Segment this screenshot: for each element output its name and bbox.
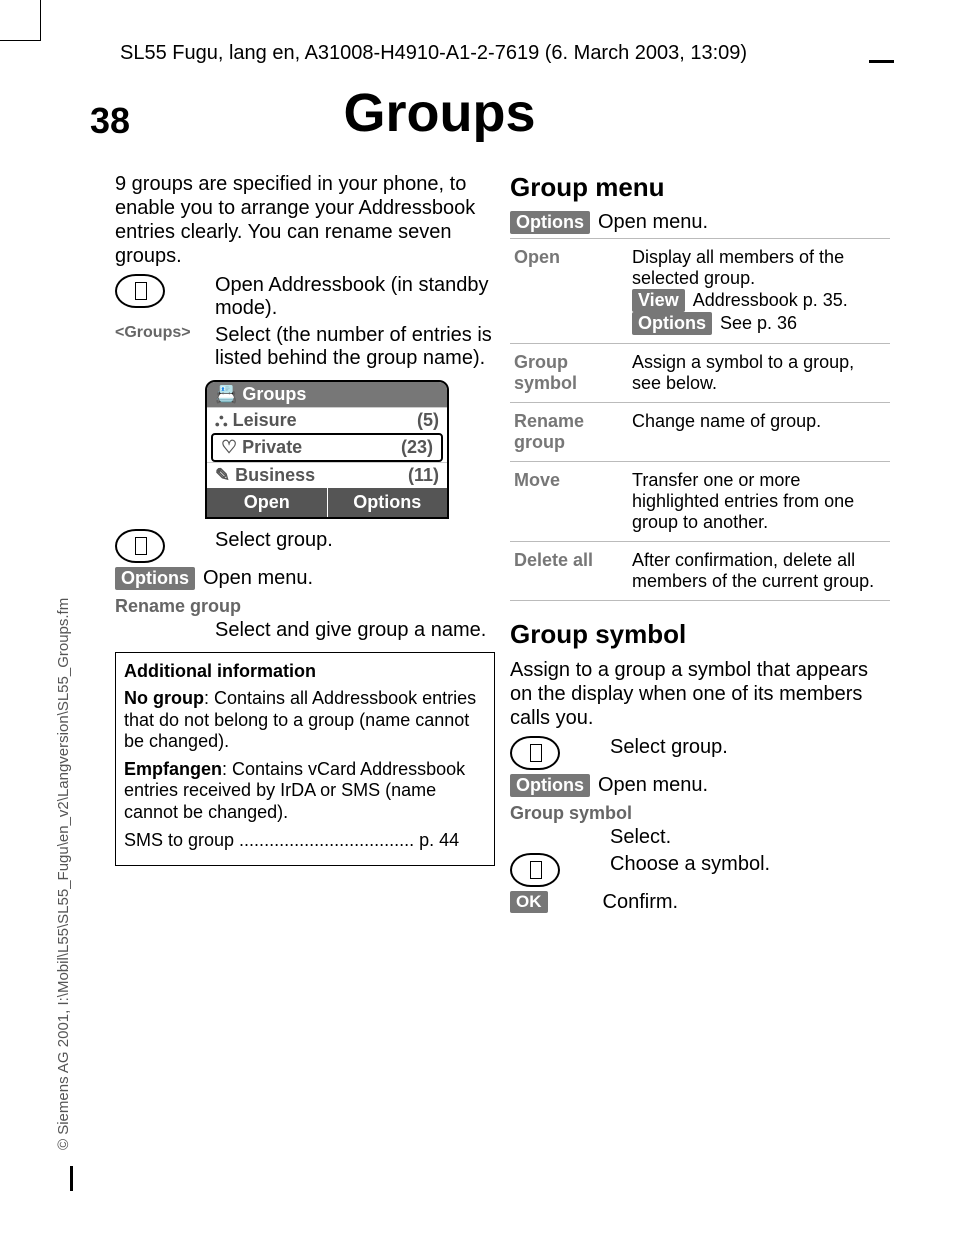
step-open-addressbook: Open Addressbook (in standby mode).: [215, 274, 495, 320]
sym-select: Select.: [610, 826, 890, 849]
rename-group-label: Rename group: [115, 596, 495, 617]
crop-mark-tr: [869, 60, 894, 63]
row-count: (11): [408, 465, 439, 486]
nav-icon: [115, 529, 165, 563]
menu-row-move: MoveTransfer one or more highlighted ent…: [510, 462, 890, 542]
right-column: Group menu Options Open menu. Open Displ…: [510, 172, 890, 918]
softkey-bar: Open Options: [207, 488, 447, 517]
softkey-options: Options: [328, 488, 448, 517]
info-p1-b: No group: [124, 688, 204, 708]
view-txt: Addressbook p. 35.: [693, 290, 848, 310]
menu-row-open: Open Display all members of the selected…: [510, 239, 890, 344]
screen-title-text: Groups: [242, 384, 306, 404]
screen-title: 📇 Groups: [207, 382, 447, 407]
nav-icon: [510, 736, 560, 770]
nav-icon: [510, 853, 560, 887]
menu-key: Rename group: [510, 403, 628, 462]
menu-val-text: Display all members of the selected grou…: [632, 247, 844, 288]
sym-confirm: Confirm.: [603, 891, 891, 914]
menu-row-delete: Delete allAfter confirmation, delete all…: [510, 542, 890, 601]
sym-choose: Choose a symbol.: [610, 853, 890, 876]
sym-open-menu: Open menu.: [598, 774, 890, 797]
view-softkey: View: [632, 289, 685, 312]
group-symbol-heading: Group symbol: [510, 619, 890, 650]
left-column: 9 groups are specified in your phone, to…: [115, 172, 495, 866]
info-p2-b: Empfangen: [124, 759, 222, 779]
menu-val: After confirmation, delete all members o…: [628, 542, 890, 601]
row-label: ♡ Private: [221, 437, 302, 458]
leisure-label: Leisure: [233, 410, 297, 430]
menu-key: Group symbol: [510, 344, 628, 403]
menu-key: Move: [510, 462, 628, 542]
crop-mark-bl: [70, 1166, 73, 1191]
info-p2: Empfangen: Contains vCard Addressbook en…: [124, 759, 486, 824]
softkey-open: Open: [207, 488, 328, 517]
business-icon: ✎: [215, 465, 230, 485]
row-count: (5): [417, 410, 439, 431]
menu-key: Open: [510, 239, 628, 344]
ok-softkey: OK: [510, 891, 548, 913]
group-menu-heading: Group menu: [510, 172, 890, 203]
row-label: ⛬ Leisure: [215, 410, 297, 431]
menu-val: Transfer one or more highlighted entries…: [628, 462, 890, 542]
group-menu-table: Open Display all members of the selected…: [510, 238, 890, 601]
menu-row-rename: Rename groupChange name of group.: [510, 403, 890, 462]
screen-row-leisure: ⛬ Leisure (5): [207, 407, 447, 433]
menu-val: Change name of group.: [628, 403, 890, 462]
screen-row-private: ♡ Private (23): [211, 433, 443, 462]
sym-label: Group symbol: [510, 803, 890, 824]
options-softkey: Options: [115, 567, 195, 590]
leisure-icon: ⛬: [215, 410, 228, 430]
header-line: SL55 Fugu, lang en, A31008-H4910-A1-2-76…: [120, 42, 747, 65]
sym-select-group: Select group.: [610, 736, 890, 759]
menu-row-group-symbol: Group symbolAssign a symbol to a group, …: [510, 344, 890, 403]
open-menu-txt: Open menu.: [203, 567, 495, 590]
rename-group-txt: Select and give group a name.: [215, 619, 495, 642]
intro-para: 9 groups are specified in your phone, to…: [115, 172, 495, 268]
info-p3: SMS to group ...........................…: [124, 830, 486, 852]
info-box: Additional information No group: Contain…: [115, 652, 495, 866]
menu-val: Assign a symbol to a group, see below.: [628, 344, 890, 403]
menu-val: Display all members of the selected grou…: [628, 239, 890, 344]
side-copyright: © Siemens AG 2001, I:\Mobil\L55\SL55_Fug…: [55, 598, 72, 1150]
page-title: Groups: [0, 82, 879, 144]
business-label: Business: [235, 465, 315, 485]
options-softkey: Options: [632, 312, 712, 335]
crop-mark-tl: [0, 0, 41, 41]
options-softkey: Options: [510, 211, 590, 234]
phone-screen: 📇 Groups ⛬ Leisure (5) ♡ Private (23) ✎ …: [205, 380, 449, 519]
symbol-intro: Assign to a group a symbol that appears …: [510, 658, 890, 730]
info-p1: No group: Contains all Addressbook entri…: [124, 688, 486, 753]
groups-select-txt: Select (the number of entries is listed …: [215, 324, 495, 370]
open-menu-txt: Open menu.: [598, 211, 890, 234]
row-count: (23): [401, 437, 433, 458]
row-label: ✎ Business: [215, 465, 315, 486]
options-softkey: Options: [510, 774, 590, 797]
screen-row-business: ✎ Business (11): [207, 462, 447, 488]
opt-txt: See p. 36: [720, 313, 797, 333]
menu-key: Delete all: [510, 542, 628, 601]
groups-key: <Groups>: [115, 324, 215, 342]
private-label: Private: [242, 437, 302, 457]
select-group-txt: Select group.: [215, 529, 495, 552]
info-heading: Additional information: [124, 661, 486, 682]
nav-icon: [115, 274, 165, 308]
private-icon: ♡: [221, 437, 237, 457]
